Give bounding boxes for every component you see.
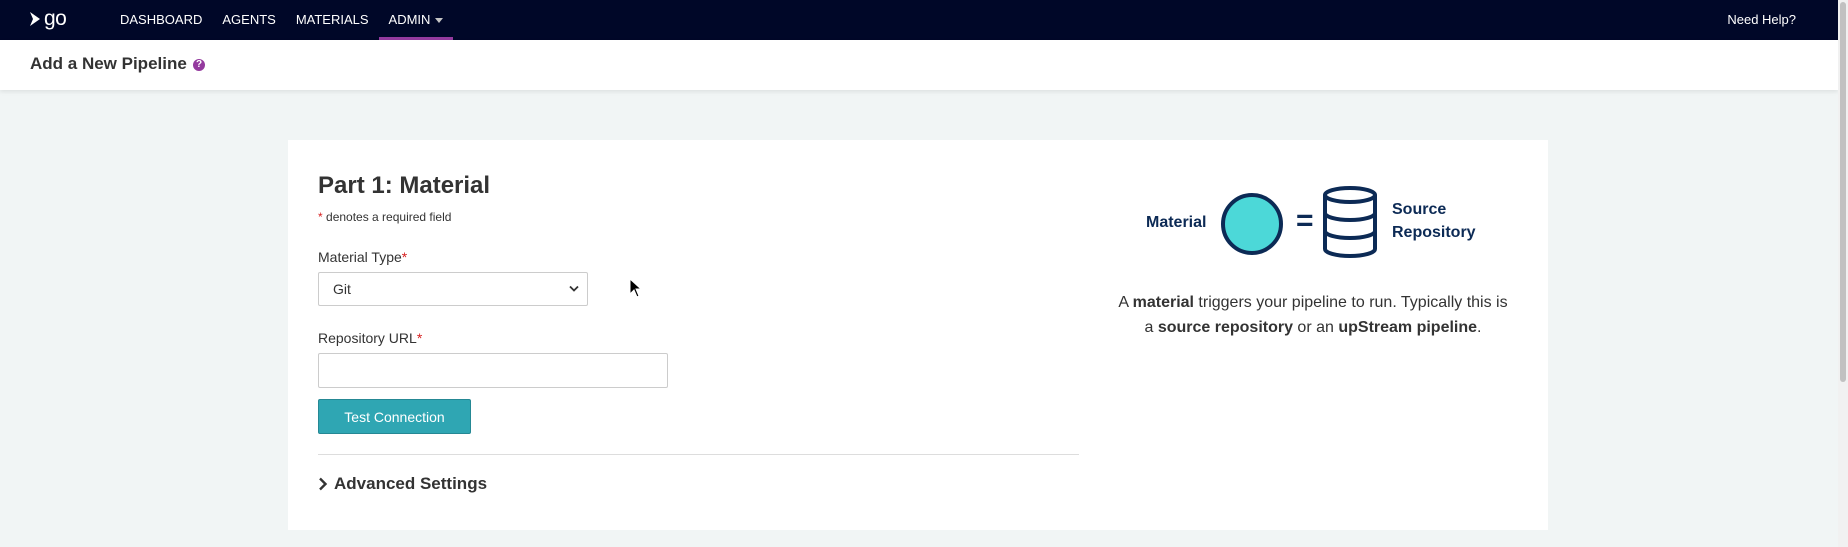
scrollbar-thumb[interactable]: [1840, 2, 1846, 382]
logo-text: go: [44, 7, 67, 30]
material-type-value: Git: [333, 281, 351, 297]
required-note: * denotes a required field: [318, 210, 451, 224]
advanced-settings-toggle[interactable]: Advanced Settings: [318, 474, 487, 494]
repository-url-label-text: Repository URL: [318, 330, 417, 346]
desc-bold-material: material: [1132, 294, 1194, 311]
page-header: Add a New Pipeline ?: [0, 40, 1838, 90]
advanced-settings-label: Advanced Settings: [334, 474, 488, 493]
chevron-right-icon: [319, 477, 328, 491]
part-title: Part 1: Material: [318, 172, 491, 199]
go-logo[interactable]: go: [28, 7, 67, 30]
desc-text: .: [1477, 319, 1482, 336]
nav-dashboard[interactable]: DASHBOARD: [110, 0, 212, 40]
test-connection-button[interactable]: Test Connection: [318, 399, 471, 434]
play-logo-icon: [30, 12, 40, 26]
illustration-source-repository: Source Repository: [1392, 198, 1476, 244]
repository-url-label: Repository URL*: [318, 330, 422, 346]
required-note-text: denotes a required field: [326, 210, 452, 224]
desc-bold-upstream-pipeline: upStream pipeline: [1338, 319, 1478, 336]
nav-materials[interactable]: MATERIALS: [286, 0, 379, 40]
required-star: *: [416, 330, 423, 346]
desc-text: or an: [1292, 319, 1339, 336]
nav-materials-label: MATERIALS: [295, 12, 369, 27]
nav-admin-label: ADMIN: [388, 12, 431, 27]
desc-bold-source-repository: source repository: [1157, 319, 1293, 336]
illustration-source-word: Source: [1392, 201, 1447, 218]
equals-sign: =: [1296, 204, 1314, 237]
material-circle-icon: [1221, 193, 1283, 255]
nav-agents[interactable]: AGENTS: [212, 0, 285, 40]
need-help-link[interactable]: Need Help?: [1727, 0, 1796, 40]
material-description: A material triggers your pipeline to run…: [1118, 290, 1508, 340]
repository-url-input[interactable]: [318, 353, 668, 388]
main-nav: DASHBOARD AGENTS MATERIALS ADMIN: [110, 0, 454, 40]
required-star: *: [318, 210, 323, 224]
required-star: *: [401, 249, 408, 265]
chevron-down-icon: [569, 285, 579, 292]
material-illustration: Material = Source Repository: [1146, 184, 1486, 264]
material-panel: Part 1: Material * denotes a required fi…: [288, 140, 1548, 530]
page-title: Add a New Pipeline: [30, 54, 187, 73]
caret-down-icon: [435, 18, 444, 24]
mouse-cursor-icon: [629, 278, 643, 298]
nav-agents-label: AGENTS: [222, 12, 276, 27]
top-navbar: go DASHBOARD AGENTS MATERIALS ADMIN Need…: [0, 0, 1838, 40]
illustration-material-word: Material: [1146, 214, 1207, 231]
database-icon: [1323, 186, 1377, 258]
material-type-select[interactable]: Git: [318, 272, 588, 306]
desc-text: A: [1118, 294, 1133, 311]
page-scrollbar[interactable]: [1838, 0, 1848, 547]
question-circle-icon[interactable]: ?: [193, 59, 205, 71]
nav-admin[interactable]: ADMIN: [378, 0, 454, 40]
nav-dashboard-label: DASHBOARD: [120, 12, 203, 27]
divider: [318, 454, 1079, 455]
illustration-repository-word: Repository: [1392, 224, 1476, 241]
material-type-label: Material Type*: [318, 249, 407, 265]
material-type-label-text: Material Type: [318, 249, 402, 265]
